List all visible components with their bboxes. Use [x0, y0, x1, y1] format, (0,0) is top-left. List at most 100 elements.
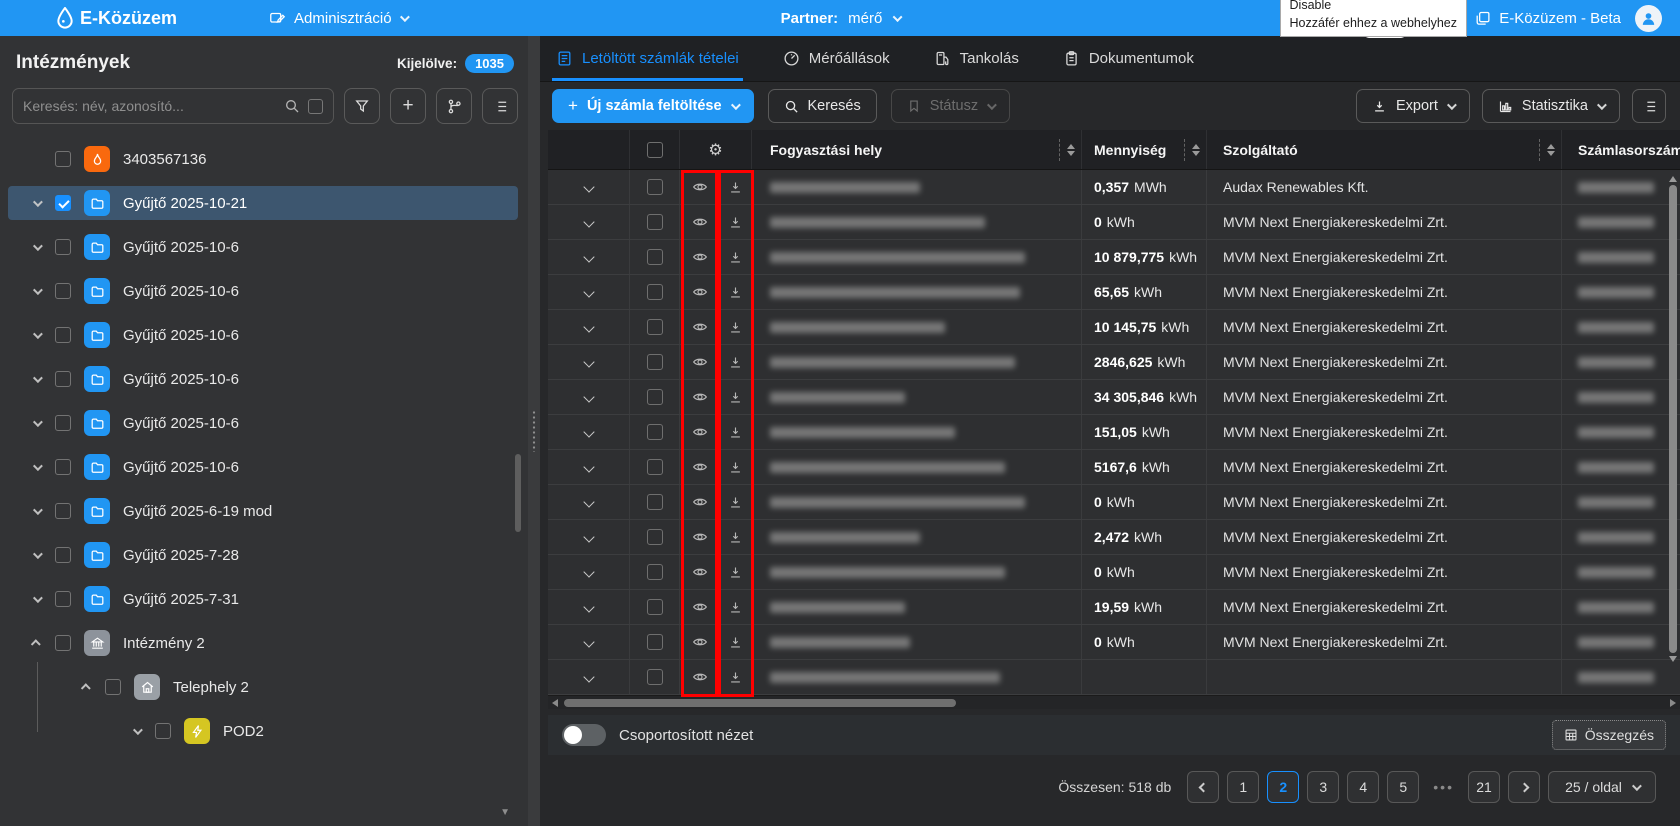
chevron-up-icon[interactable]: [30, 638, 42, 649]
tree-item[interactable]: 3403567136: [8, 142, 518, 176]
summary-button[interactable]: Összegzés: [1551, 720, 1666, 750]
sort-control[interactable]: [1184, 138, 1200, 161]
chevron-up-icon[interactable]: [80, 682, 92, 693]
view-icon[interactable]: [680, 450, 720, 484]
expand-row-icon[interactable]: [582, 251, 595, 263]
row-checkbox[interactable]: [646, 319, 663, 335]
expand-row-icon[interactable]: [582, 286, 595, 298]
chevron-down-icon[interactable]: [30, 372, 43, 383]
download-icon[interactable]: [720, 275, 752, 309]
table-row[interactable]: 10 145,75 kWh MVM Next Energiakereskedelmi…: [548, 310, 1680, 345]
row-checkbox[interactable]: [646, 459, 663, 475]
table-horizontal-scrollbar[interactable]: [548, 695, 1680, 709]
row-checkbox[interactable]: [646, 284, 663, 300]
new-invoice-upload-button[interactable]: + Új számla feltöltése: [552, 89, 754, 123]
expand-row-icon[interactable]: [582, 356, 595, 368]
view-icon[interactable]: [680, 275, 720, 309]
table-row[interactable]: 0,357 MWh Audax Renewables Kft.: [548, 170, 1680, 205]
row-checkbox[interactable]: [646, 634, 663, 650]
table-row-partial[interactable]: [548, 660, 1680, 695]
tree-checkbox[interactable]: [105, 679, 121, 695]
row-checkbox[interactable]: [646, 354, 663, 370]
tab-meter-readings[interactable]: Mérőállások: [779, 36, 894, 81]
add-button[interactable]: +: [390, 88, 426, 124]
chevron-down-icon[interactable]: [30, 548, 43, 559]
view-icon[interactable]: [680, 660, 720, 694]
tree-checkbox[interactable]: [55, 371, 71, 387]
page-button-5[interactable]: 5: [1387, 771, 1420, 803]
tree-item-selected[interactable]: Gyűjtő 2025-10-21: [8, 186, 518, 220]
tree-item[interactable]: Gyűjtő 2025-10-6: [8, 274, 518, 308]
next-page-button[interactable]: [1508, 771, 1540, 803]
download-icon[interactable]: [720, 345, 752, 379]
chevron-down-icon[interactable]: [30, 460, 43, 471]
view-icon[interactable]: [680, 555, 720, 589]
tree-item[interactable]: Gyűjtő 2025-7-28: [8, 538, 518, 572]
tree-item[interactable]: Gyűjtő 2025-10-6: [8, 230, 518, 264]
row-checkbox[interactable]: [646, 179, 663, 195]
table-row[interactable]: 2,472 kWh MVM Next Energiakereskedelmi Zrt…: [548, 520, 1680, 555]
table-row[interactable]: 5167,6 kWh MVM Next Energiakereskedelmi Zr…: [548, 450, 1680, 485]
tree-search-field[interactable]: [12, 88, 334, 124]
tree-checkbox-checked[interactable]: [55, 195, 71, 211]
scroll-down-arrow[interactable]: [1668, 656, 1677, 662]
view-icon[interactable]: [680, 240, 720, 274]
status-filter-button[interactable]: Státusz: [890, 89, 1011, 123]
tree-checkbox[interactable]: [55, 283, 71, 299]
expand-row-icon[interactable]: [582, 321, 595, 333]
view-icon[interactable]: [680, 205, 720, 239]
view-icon[interactable]: [680, 625, 720, 659]
table-row[interactable]: 19,59 kWh MVM Next Energiakereskedelmi Zrt…: [548, 590, 1680, 625]
table-row[interactable]: 65,65 kWh MVM Next Energiakereskedelmi Zrt…: [548, 275, 1680, 310]
page-button-1[interactable]: 1: [1227, 771, 1260, 803]
table-row[interactable]: 10 879,775 kWh MVM Next Energiakereskedelm…: [548, 240, 1680, 275]
table-row[interactable]: 0 kWh MVM Next Energiakereskedelmi Zrt.: [548, 205, 1680, 240]
page-size-select[interactable]: 25 / oldal: [1548, 771, 1656, 803]
tree-checkbox[interactable]: [55, 503, 71, 519]
tree-item[interactable]: Gyűjtő 2025-10-6: [8, 450, 518, 484]
tree-item[interactable]: Gyűjtő 2025-6-19 mod: [8, 494, 518, 528]
tree-checkbox[interactable]: [55, 547, 71, 563]
chevron-down-icon[interactable]: [30, 284, 43, 295]
tree-checkbox[interactable]: [55, 239, 71, 255]
download-icon[interactable]: [720, 170, 752, 204]
search-icon[interactable]: [284, 98, 300, 114]
search-button[interactable]: Keresés: [767, 89, 877, 123]
chevron-down-icon[interactable]: [30, 328, 43, 339]
statistics-button[interactable]: Statisztika: [1481, 89, 1620, 123]
page-button-4[interactable]: 4: [1347, 771, 1380, 803]
tree-item[interactable]: Gyűjtő 2025-7-31: [8, 582, 518, 616]
expand-row-icon[interactable]: [582, 531, 595, 543]
sort-icon[interactable]: [1192, 143, 1200, 156]
row-checkbox[interactable]: [646, 214, 663, 230]
tab-fueling[interactable]: Tankolás: [930, 36, 1023, 81]
download-icon[interactable]: [720, 660, 752, 694]
chevron-down-icon[interactable]: [30, 240, 43, 251]
row-checkbox[interactable]: [646, 389, 663, 405]
chevron-down-icon[interactable]: [30, 416, 43, 427]
sidebar-scrollbar-thumb[interactable]: [515, 454, 521, 532]
page-button-3[interactable]: 3: [1307, 771, 1340, 803]
table-vertical-scrollbar[interactable]: [1668, 176, 1677, 662]
table-row[interactable]: 34 305,846 kWh MVM Next Energiakereskedelm…: [548, 380, 1680, 415]
row-checkbox[interactable]: [646, 529, 663, 545]
view-icon[interactable]: [680, 170, 720, 204]
user-avatar[interactable]: [1635, 4, 1662, 32]
tree-checkbox[interactable]: [55, 591, 71, 607]
tree-checkbox[interactable]: [55, 415, 71, 431]
grouped-view-toggle[interactable]: [562, 724, 606, 746]
page-ellipsis[interactable]: •••: [1427, 771, 1460, 803]
scroll-right-arrow[interactable]: [1670, 698, 1676, 707]
view-icon[interactable]: [680, 590, 720, 624]
list-view-button[interactable]: [482, 88, 518, 124]
partner-selector[interactable]: Partner: mérő: [781, 10, 903, 27]
tab-invoice-items[interactable]: Letöltött számlák tételei: [552, 36, 743, 81]
expand-row-icon[interactable]: [582, 426, 595, 438]
tab-documents[interactable]: Dokumentumok: [1059, 36, 1198, 81]
previous-page-button[interactable]: [1187, 771, 1220, 803]
download-icon[interactable]: [720, 415, 752, 449]
table-row[interactable]: 0 kWh MVM Next Energiakereskedelmi Zrt.: [548, 625, 1680, 660]
sort-icon[interactable]: [1067, 143, 1075, 156]
select-all-checkbox[interactable]: [646, 141, 663, 158]
row-checkbox[interactable]: [646, 249, 663, 265]
